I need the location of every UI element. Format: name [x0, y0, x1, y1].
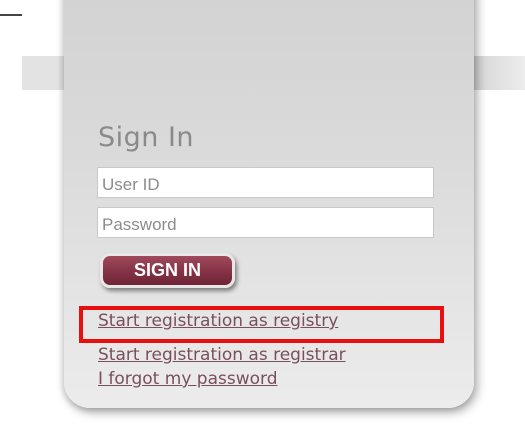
start-registration-registrar-link[interactable]: Start registration as registrar [98, 345, 346, 365]
user-id-input[interactable] [97, 167, 434, 198]
start-registration-registry-link[interactable]: Start registration as registry [98, 311, 338, 331]
signin-title: Sign In [98, 122, 195, 153]
password-input[interactable] [97, 207, 434, 238]
header-band-right [473, 56, 525, 90]
top-dash-divider [0, 14, 22, 16]
forgot-password-link[interactable]: I forgot my password [98, 369, 278, 389]
sign-in-button[interactable]: SIGN IN [100, 253, 235, 288]
header-band-left [22, 56, 67, 90]
sign-in-button-label: SIGN IN [133, 260, 201, 280]
